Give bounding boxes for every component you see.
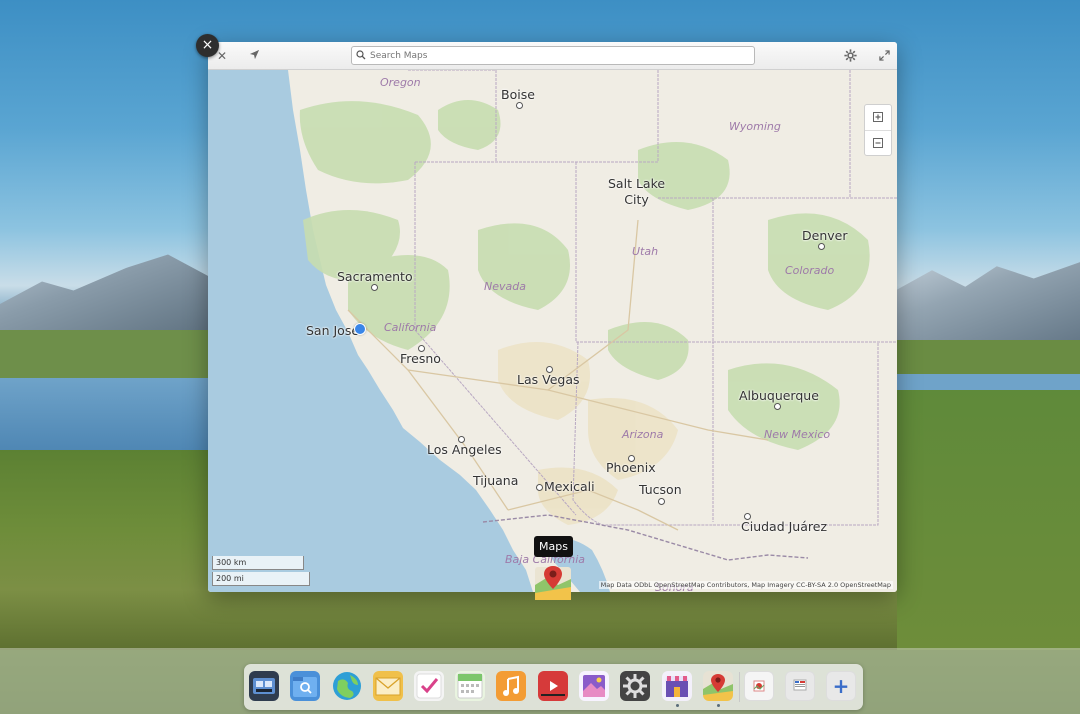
minus-icon (873, 138, 883, 148)
close-window-button[interactable]: × (196, 34, 219, 57)
zoom-out-button[interactable] (865, 130, 891, 156)
city-marker (371, 284, 378, 291)
wallpaper-meadow (897, 390, 1080, 650)
fullscreen-icon[interactable] (875, 47, 893, 65)
city-label[interactable]: Salt Lake City (608, 176, 665, 208)
state-label: Colorado (785, 264, 835, 277)
scale-bar-km: 300 km (212, 556, 304, 570)
maps-window: ✕ Search Maps Oregon Wyoming Utah Nevada… (208, 42, 897, 592)
search-input[interactable] (370, 47, 740, 64)
city-marker (458, 436, 465, 443)
gear-icon[interactable] (841, 47, 859, 65)
state-label: Utah (632, 245, 659, 258)
search-field[interactable] (351, 46, 755, 65)
wallpaper-grass (897, 340, 1080, 374)
zoom-in-button[interactable] (865, 105, 891, 130)
city-marker (744, 513, 751, 520)
city-label[interactable]: Tijuana (473, 473, 518, 488)
city-label[interactable]: Ciudad Juárez (741, 519, 827, 534)
system-settings-icon[interactable] (620, 671, 650, 701)
map-view[interactable]: Oregon Wyoming Utah Nevada California Co… (208, 70, 897, 592)
dock-separator (739, 672, 740, 702)
city-marker (658, 498, 665, 505)
running-indicator (676, 704, 679, 707)
current-location-marker (354, 323, 366, 335)
wallpaper-lake (0, 378, 210, 450)
city-marker (628, 455, 635, 462)
city-marker (516, 102, 523, 109)
state-label: Nevada (484, 280, 526, 293)
wallpaper-mountain (895, 262, 1080, 340)
state-label: Arizona (622, 428, 664, 441)
state-label: California (384, 321, 437, 334)
search-icon (356, 47, 366, 66)
city-marker (818, 243, 825, 250)
wallpaper-mountain (0, 254, 210, 340)
maps-app-icon[interactable] (534, 563, 572, 601)
plus-icon (873, 112, 883, 122)
city-label[interactable]: San Jose (306, 323, 359, 338)
city-label[interactable]: Los Angeles (427, 442, 502, 457)
running-indicator (717, 704, 720, 707)
location-arrow-icon[interactable] (245, 47, 263, 65)
add-icon[interactable]: + (826, 671, 856, 701)
city-marker (774, 403, 781, 410)
city-label[interactable]: Albuquerque (739, 388, 819, 403)
city-label[interactable]: Tucson (639, 482, 682, 497)
mail-icon[interactable] (373, 671, 403, 701)
wallpaper-lake (897, 374, 1080, 390)
city-label[interactable]: Las Vegas (517, 372, 580, 387)
scale-bar-mi: 200 mi (212, 572, 310, 586)
calendar-icon[interactable] (455, 671, 485, 701)
tasks-icon[interactable] (414, 671, 444, 701)
photo-viewer-icon[interactable] (744, 671, 774, 701)
zoom-controls (864, 104, 892, 156)
music-icon[interactable] (496, 671, 526, 701)
city-label-line: Salt Lake (608, 176, 666, 191)
multitasking-icon[interactable] (249, 671, 279, 701)
videos-icon[interactable] (538, 671, 568, 701)
wallpaper-grass (0, 330, 210, 378)
city-label[interactable]: Denver (802, 228, 847, 243)
files-icon[interactable] (290, 671, 320, 701)
app-tooltip: Maps (534, 536, 573, 557)
city-label[interactable]: Fresno (400, 351, 441, 366)
photos-icon[interactable] (579, 671, 609, 701)
appcenter-icon[interactable] (662, 671, 692, 701)
city-marker (418, 345, 425, 352)
titlebar: ✕ (208, 42, 897, 70)
city-label[interactable]: Sacramento (337, 269, 413, 284)
state-label: Oregon (380, 76, 421, 89)
city-marker (546, 366, 553, 373)
city-marker (536, 484, 543, 491)
map-attribution[interactable]: Map Data ODbL OpenStreetMap Contributors… (598, 581, 893, 589)
dock: + (244, 664, 863, 710)
city-label[interactable]: Boise (501, 87, 535, 102)
web-browser-icon[interactable] (332, 671, 362, 701)
city-label-line: City (624, 192, 649, 207)
maps-dock-icon[interactable] (703, 671, 733, 701)
city-label[interactable]: Mexicali (544, 479, 595, 494)
screenshot-icon[interactable] (785, 671, 815, 701)
city-label[interactable]: Phoenix (606, 460, 656, 475)
state-label: New Mexico (764, 428, 831, 441)
state-label: Wyoming (729, 120, 781, 133)
